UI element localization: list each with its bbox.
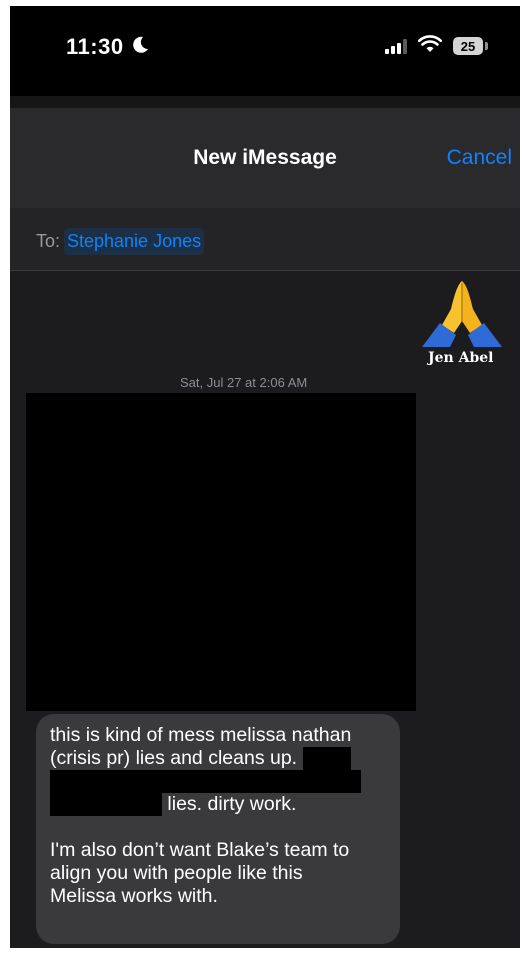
redacted-image xyxy=(26,393,416,711)
redaction-block xyxy=(50,770,361,793)
status-bar: 11:30 25 xyxy=(10,6,520,96)
to-field[interactable]: To: Stephanie Jones xyxy=(10,208,520,271)
wifi-icon xyxy=(418,35,442,52)
message-line: this is kind of mess melissa nathan xyxy=(50,724,352,746)
message-line: (crisis pr) lies and cleans up. xyxy=(50,747,400,770)
redacted-line xyxy=(50,770,400,793)
cellular-signal-icon xyxy=(385,39,407,54)
moon-icon xyxy=(133,36,148,53)
background-sheet-edge xyxy=(10,96,520,108)
message-text: lies. dirty work. xyxy=(167,793,297,815)
message-thread[interactable]: Jen Abel Sat, Jul 27 at 2:06 AM this is … xyxy=(10,271,520,948)
phone-screen: 11:30 25 New iMessage Cancel To: Stephan… xyxy=(10,6,520,948)
message-line: Melissa works with. xyxy=(50,885,218,907)
to-label: To: xyxy=(36,231,61,251)
status-time: 11:30 xyxy=(66,34,124,59)
redaction-block xyxy=(50,793,162,816)
cancel-button[interactable]: Cancel xyxy=(447,146,512,170)
message-bubble[interactable]: this is kind of mess melissa nathan (cri… xyxy=(36,714,400,944)
message-line: I'm also don’t want Blake’s team to xyxy=(50,839,350,861)
battery-level: 25 xyxy=(460,38,476,54)
page-title: New iMessage xyxy=(193,146,337,169)
sender-name: Jen Abel xyxy=(428,350,494,366)
message-line: lies. dirty work. xyxy=(50,793,400,816)
battery-icon: 25 xyxy=(453,37,483,55)
redaction-block xyxy=(302,747,351,770)
message-line: align you with people like this xyxy=(50,862,303,884)
message-timestamp: Sat, Jul 27 at 2:06 AM xyxy=(180,375,308,390)
folded-hands-emoji-icon xyxy=(422,281,502,347)
battery-cap xyxy=(485,42,488,50)
compose-header: New iMessage Cancel xyxy=(10,108,520,208)
message-text: (crisis pr) lies and cleans up. xyxy=(50,747,298,769)
recipient-token[interactable]: Stephanie Jones xyxy=(64,228,205,255)
